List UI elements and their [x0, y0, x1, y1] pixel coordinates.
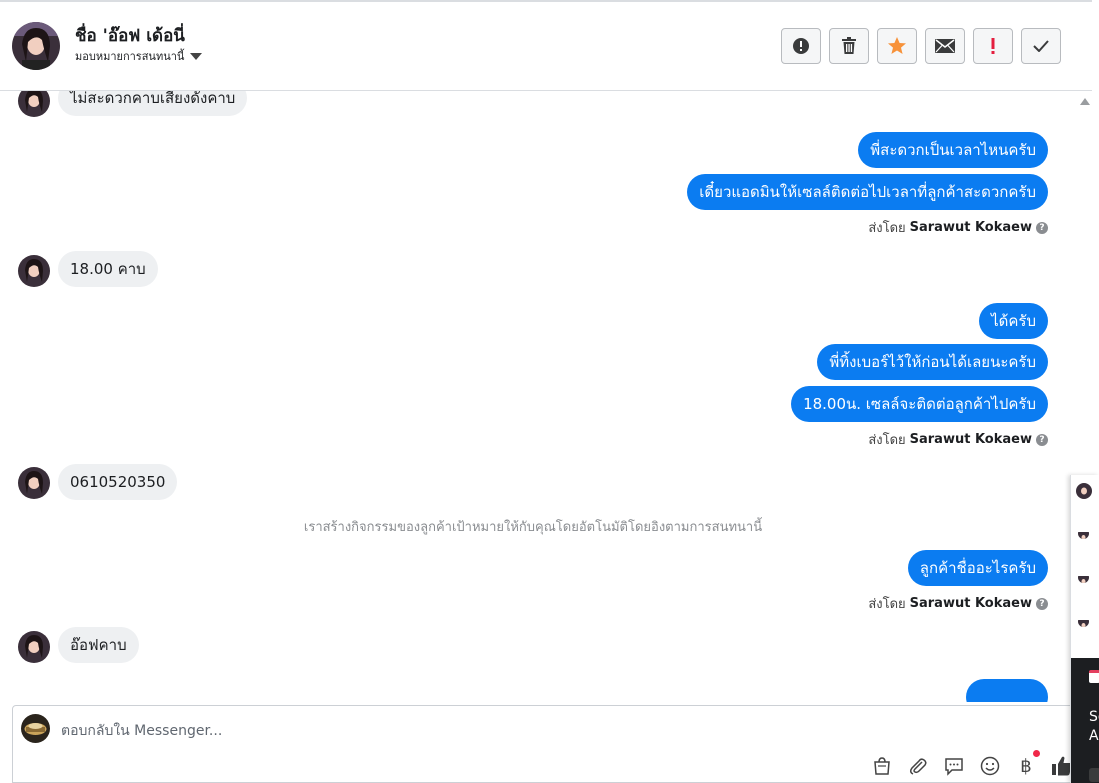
outgoing-message: เดี๋ยวแอดมินให้เซลล์ติดต่อไปเวลาที่ลูกค้… [687, 174, 1048, 210]
header-actions [781, 28, 1061, 64]
outgoing-message-partial [966, 679, 1048, 702]
dark-card[interactable]: So Ac [1071, 658, 1099, 783]
trash-icon [842, 37, 856, 54]
contact-avatar-mini [1078, 616, 1089, 627]
system-note: เราสร้างกิจกรรมของลูกค้าเป้าหมายให้กับคุ… [303, 520, 763, 535]
contact-avatar-mini [1078, 528, 1089, 539]
outgoing-message: ลูกค้าชื่ออะไรครับ [907, 550, 1048, 586]
caret-down-icon [190, 52, 203, 60]
mark-done-button[interactable] [1021, 28, 1061, 64]
contact-name: ชื่อ 'อ๊อฟ เด้อนี่ [75, 26, 185, 46]
check-icon [1033, 40, 1049, 52]
sent-by-prefix: ส่งโดย [868, 433, 906, 448]
notification-dot [1033, 750, 1040, 757]
contact-avatar-small [18, 255, 50, 287]
side-popup-panel[interactable]: So Ac [1070, 475, 1099, 783]
sent-by-prefix: ส่งโดย [868, 221, 906, 236]
star-button[interactable] [877, 28, 917, 64]
outgoing-message: ได้ครับ [979, 303, 1048, 339]
contact-avatar-mini [1078, 572, 1089, 583]
contact-avatar[interactable] [12, 22, 60, 70]
outgoing-message: 18.00น. เซลล์จะติดต่อลูกค้าไปครับ [791, 386, 1048, 422]
reply-input[interactable] [61, 720, 761, 742]
incoming-message: 18.00 คาบ [58, 251, 158, 287]
incoming-message: อ๊อฟคาบ [58, 627, 139, 663]
mail-icon [935, 39, 955, 53]
payment-baht-icon[interactable]: ฿ [1012, 750, 1040, 780]
incoming-message: ไม่สะดวกคาบเสียงดังคาบ [58, 91, 248, 116]
saved-reply-icon[interactable] [940, 752, 968, 780]
page-avatar [21, 714, 50, 743]
calendar-icon [1089, 670, 1099, 683]
contact-avatar-mini [1076, 483, 1092, 499]
card-text-2: Ac [1089, 728, 1099, 744]
sent-by-agent: Sarawut Kokaew [909, 220, 1032, 235]
sent-by-label: ส่งโดย Sarawut Kokaew ? [868, 217, 1048, 238]
contact-avatar-small [18, 467, 50, 499]
exclamation-icon [991, 38, 995, 54]
emoji-icon[interactable] [976, 752, 1004, 780]
alert-circle-icon [793, 38, 809, 54]
shopping-bag-icon[interactable] [868, 752, 896, 780]
delete-button[interactable] [829, 28, 869, 64]
assign-label: มอบหมายการสนทนานี้ [75, 50, 185, 63]
card-button[interactable] [1089, 768, 1099, 782]
assign-conversation-dropdown[interactable]: มอบหมายการสนทนานี้ [75, 47, 203, 65]
sent-by-agent: Sarawut Kokaew [909, 432, 1032, 447]
scroll-up-arrow-icon[interactable] [1080, 98, 1090, 105]
conversation-header: ชื่อ 'อ๊อฟ เด้อนี่ มอบหมายการสนทนานี้ [0, 2, 1092, 91]
help-icon[interactable]: ? [1036, 221, 1048, 234]
contact-avatar-small [18, 631, 50, 663]
sent-by-label: ส่งโดย Sarawut Kokaew ? [868, 593, 1048, 614]
card-text-1: So [1089, 709, 1099, 725]
help-icon[interactable]: ? [1036, 597, 1048, 610]
paperclip-icon[interactable] [904, 752, 932, 780]
sent-by-agent: Sarawut Kokaew [909, 596, 1032, 611]
baht-symbol: ฿ [1020, 755, 1032, 777]
help-icon[interactable]: ? [1036, 433, 1048, 446]
spam-button[interactable] [781, 28, 821, 64]
contact-avatar-small [18, 91, 50, 117]
sent-by-label: ส่งโดย Sarawut Kokaew ? [868, 429, 1048, 450]
incoming-message: 0610520350 [58, 464, 178, 500]
outgoing-message: พี่สะดวกเป็นเวลาไหนครับ [858, 132, 1048, 168]
message-list[interactable]: ไม่สะดวกคาบเสียงดังคาบ พี่สะดวกเป็นเวลาไ… [0, 91, 1070, 702]
mark-unread-button[interactable] [925, 28, 965, 64]
reply-composer: ฿ [12, 705, 1074, 783]
sent-by-prefix: ส่งโดย [868, 597, 906, 612]
composer-toolbar: ฿ [868, 750, 1076, 780]
important-button[interactable] [973, 28, 1013, 64]
outgoing-message: พี่ทิ้งเบอร์ไว้ให้ก่อนได้เลยนะครับ [817, 344, 1048, 380]
star-icon [888, 37, 906, 54]
